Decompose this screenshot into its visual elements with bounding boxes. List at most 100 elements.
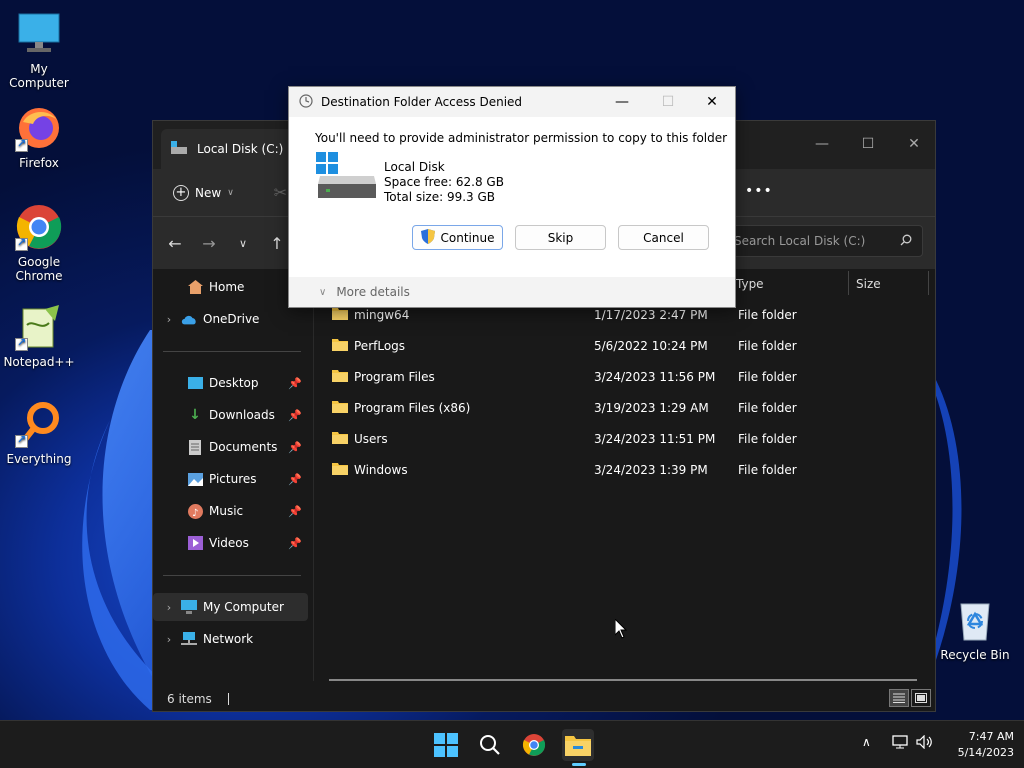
file-date: 3/19/2023 1:29 AM xyxy=(594,401,709,415)
sidebar-item-home[interactable]: Home xyxy=(153,273,308,301)
search-icon xyxy=(900,234,912,249)
details-view-button[interactable] xyxy=(889,689,909,707)
chevron-right-icon[interactable]: › xyxy=(161,633,177,646)
maximize-button[interactable]: ☐ xyxy=(845,129,891,159)
taskbar: ∧ 7:47 AM 5/14/2023 xyxy=(0,720,1024,768)
sidebar-item-my-computer[interactable]: › My Computer xyxy=(153,593,308,621)
sidebar-label: Videos xyxy=(209,536,249,550)
table-row[interactable]: Users 3/24/2023 11:51 PM File folder xyxy=(324,425,924,453)
chrome-taskbar-button[interactable] xyxy=(518,729,550,761)
chevron-down-icon: ∨ xyxy=(227,187,234,198)
file-type: File folder xyxy=(738,339,797,353)
sidebar-item-documents[interactable]: Documents 📌 xyxy=(153,433,308,461)
up-arrow-icon[interactable]: ↑ xyxy=(267,234,287,253)
start-button[interactable] xyxy=(430,729,462,761)
sidebar-item-onedrive[interactable]: › OneDrive xyxy=(153,305,308,333)
system-clock[interactable]: 7:47 AM 5/14/2023 xyxy=(930,729,1014,761)
space-free: Space free: 62.8 GB xyxy=(384,175,504,189)
sidebar-label: Music xyxy=(209,504,244,518)
dialog-title: Destination Folder Access Denied xyxy=(321,95,523,109)
dialog-minimize-button[interactable]: — xyxy=(599,87,645,117)
drive-info: Local Disk Space free: 62.8 GB Total siz… xyxy=(384,160,504,205)
cut-icon[interactable]: ✂ xyxy=(274,183,287,202)
file-date: 1/17/2023 2:47 PM xyxy=(594,308,708,322)
file-type: File folder xyxy=(738,370,797,384)
plus-circle-icon: + xyxy=(173,184,189,201)
clock-icon xyxy=(299,93,313,111)
column-header-size[interactable]: Size xyxy=(856,269,881,299)
recent-chevron-icon[interactable]: ∨ xyxy=(233,237,253,250)
search-button[interactable] xyxy=(474,729,506,761)
folder-icon xyxy=(332,308,348,320)
file-name: Program Files (x86) xyxy=(354,401,471,415)
file-date: 5/6/2022 10:24 PM xyxy=(594,339,708,353)
skip-button[interactable]: Skip xyxy=(515,225,606,250)
sidebar-label: Pictures xyxy=(209,472,257,486)
file-name: Program Files xyxy=(354,370,435,384)
clock-date: 5/14/2023 xyxy=(957,746,1014,759)
sidebar-item-music[interactable]: ♪ Music 📌 xyxy=(153,497,308,525)
network-status-icon[interactable] xyxy=(892,735,908,753)
desktop-icon-everything[interactable]: Everything xyxy=(0,400,78,466)
file-explorer-taskbar-button[interactable] xyxy=(562,729,594,761)
desktop-icon xyxy=(187,375,203,391)
continue-button[interactable]: Continue xyxy=(412,225,503,250)
sidebar-label: Home xyxy=(209,280,245,294)
home-icon xyxy=(187,279,203,295)
shortcut-arrow-icon xyxy=(15,137,28,152)
new-button[interactable]: + New ∨ xyxy=(173,184,234,201)
sidebar-item-network[interactable]: › Network xyxy=(153,625,308,653)
folder-icon xyxy=(332,463,348,475)
column-header-type[interactable]: Type xyxy=(736,269,764,299)
folder-icon xyxy=(565,736,591,756)
search-input[interactable]: Search Local Disk (C:) xyxy=(723,225,923,257)
desktop-icon-label: Firefox xyxy=(19,156,59,170)
dialog-close-button[interactable]: ✕ xyxy=(689,87,735,117)
sidebar-item-pictures[interactable]: Pictures 📌 xyxy=(153,465,308,493)
desktop-icon-my-computer[interactable]: My Computer xyxy=(0,10,78,90)
more-details-toggle[interactable]: ∨ More details xyxy=(289,277,735,307)
shortcut-arrow-icon xyxy=(15,236,28,251)
more-options-button[interactable]: ••• xyxy=(745,183,773,199)
table-row[interactable]: Program Files (x86) 3/19/2023 1:29 AM Fi… xyxy=(324,394,924,422)
total-size: Total size: 99.3 GB xyxy=(384,190,496,204)
chevron-right-icon[interactable]: › xyxy=(161,601,177,614)
recycle-bin-icon xyxy=(951,596,999,644)
sidebar-label: Documents xyxy=(209,440,278,454)
desktop-icon-recycle-bin[interactable]: Recycle Bin xyxy=(936,596,1014,662)
table-row[interactable]: PerfLogs 5/6/2022 10:24 PM File folder xyxy=(324,332,924,360)
shortcut-arrow-icon xyxy=(15,336,28,351)
tiles-view-button[interactable] xyxy=(911,689,931,707)
file-name: Windows xyxy=(354,463,408,477)
clock-time: 7:47 AM xyxy=(968,730,1014,743)
desktop-icon-firefox[interactable]: Firefox xyxy=(0,104,78,170)
sidebar-item-desktop[interactable]: Desktop 📌 xyxy=(153,369,308,397)
sidebar-item-videos[interactable]: Videos 📌 xyxy=(153,529,308,557)
chevron-up-icon[interactable]: ∧ xyxy=(862,735,871,749)
sidebar-label: OneDrive xyxy=(203,312,260,326)
back-arrow-icon[interactable]: ← xyxy=(165,234,185,253)
desktop-icon-notepadpp[interactable]: Notepad++ xyxy=(0,303,78,369)
chrome-icon xyxy=(15,203,63,251)
pin-icon: 📌 xyxy=(288,376,302,390)
sidebar-label: Downloads xyxy=(209,408,275,422)
horizontal-scrollbar[interactable] xyxy=(329,679,917,681)
minimize-button[interactable]: — xyxy=(799,129,845,159)
dialog-maximize-button: ☐ xyxy=(661,94,675,110)
desktop-icon-chrome[interactable]: Google Chrome xyxy=(0,203,78,283)
cancel-button[interactable]: Cancel xyxy=(618,225,709,250)
table-row[interactable]: Windows 3/24/2023 1:39 PM File folder xyxy=(324,456,924,484)
forward-arrow-icon[interactable]: → xyxy=(199,234,219,253)
picture-icon xyxy=(187,471,203,487)
dialog-titlebar: Destination Folder Access Denied — ☐ ✕ xyxy=(289,87,735,117)
music-icon: ♪ xyxy=(187,503,203,519)
close-button[interactable]: ✕ xyxy=(891,129,937,159)
desktop-icon-label: Google Chrome xyxy=(15,255,63,283)
sidebar-item-downloads[interactable]: ↓ Downloads 📌 xyxy=(153,401,308,429)
notepadpp-icon xyxy=(15,303,63,351)
tab-title: Local Disk (C:) xyxy=(197,142,284,156)
chevron-right-icon[interactable]: › xyxy=(161,313,177,326)
document-icon xyxy=(187,439,203,455)
table-row[interactable]: Program Files 3/24/2023 11:56 PM File fo… xyxy=(324,363,924,391)
navigation-pane: Home › OneDrive Desktop 📌 ↓ Downloads 📌 … xyxy=(153,269,313,681)
